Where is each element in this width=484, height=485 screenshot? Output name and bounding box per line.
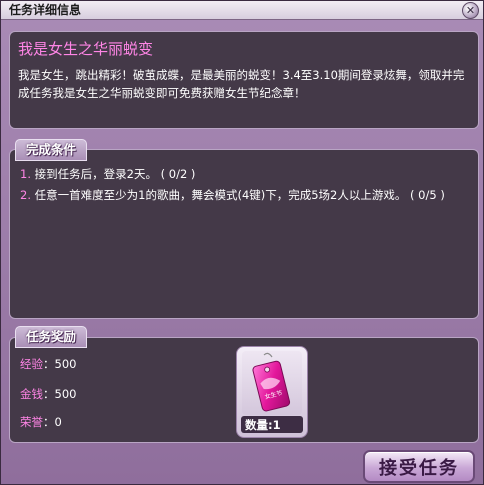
close-button[interactable]: ✕ bbox=[462, 2, 479, 19]
task-intro-panel: 我是女生之华丽蜕变 我是女生，跳出精彩！破茧成蝶，是最美丽的蜕变！3.4至3.1… bbox=[9, 31, 479, 129]
window-title: 任务详细信息 bbox=[9, 3, 82, 17]
reward-item-image-area: 女生节 bbox=[242, 351, 302, 415]
condition-item: 1. 接到任务后，登录2天。 ( 0/2 ) bbox=[20, 164, 470, 185]
task-description: 我是女生，跳出精彩！破茧成蝶，是最美丽的蜕变！3.4至3.10期间登录炫舞，领取… bbox=[18, 68, 465, 100]
item-count-bar: 数量:1 bbox=[241, 416, 303, 433]
condition-number: 1. bbox=[20, 167, 31, 181]
rewards-panel: 经验：500 金钱：500 荣誉：0 女生节 数量:1 bbox=[9, 337, 479, 443]
reward-gold: 金钱：500 bbox=[20, 386, 76, 402]
reward-honor-label: 荣誉 bbox=[20, 415, 43, 429]
item-count: 数量:1 bbox=[245, 417, 281, 433]
reward-exp-value: ：500 bbox=[43, 357, 77, 371]
item-count-value: 1 bbox=[272, 418, 281, 432]
reward-gold-label: 金钱 bbox=[20, 387, 43, 401]
reward-honor: 荣誉：0 bbox=[20, 414, 62, 430]
task-title: 我是女生之华丽蜕变 bbox=[18, 40, 154, 58]
reward-exp-label: 经验 bbox=[20, 357, 43, 371]
conditions-list: 1. 接到任务后，登录2天。 ( 0/2 ) 2. 任意一首难度至少为1的歌曲，… bbox=[20, 164, 470, 206]
condition-number: 2. bbox=[20, 188, 31, 202]
reward-honor-value: ：0 bbox=[43, 415, 62, 429]
reward-item-slot[interactable]: 女生节 数量:1 bbox=[236, 346, 308, 438]
reward-gold-value: ：500 bbox=[43, 387, 77, 401]
item-count-label: 数量: bbox=[245, 418, 273, 432]
condition-item: 2. 任意一首难度至少为1的歌曲，舞会模式(4键)下，完成5场2人以上游戏。 (… bbox=[20, 185, 470, 206]
close-icon: ✕ bbox=[465, 4, 476, 17]
task-detail-window: 任务详细信息 ✕ 我是女生之华丽蜕变 我是女生，跳出精彩！破茧成蝶，是最美丽的蜕… bbox=[0, 0, 484, 485]
conditions-panel: 1. 接到任务后，登录2天。 ( 0/2 ) 2. 任意一首难度至少为1的歌曲，… bbox=[9, 149, 479, 319]
conditions-heading: 完成条件 bbox=[15, 139, 88, 161]
rewards-heading: 任务奖励 bbox=[15, 326, 88, 348]
condition-text: 接到任务后，登录2天。 ( 0/2 ) bbox=[30, 167, 196, 181]
reward-exp: 经验：500 bbox=[20, 356, 76, 372]
pink-badge-tag-icon: 女生节 bbox=[252, 352, 291, 412]
condition-text: 任意一首难度至少为1的歌曲，舞会模式(4键)下，完成5场2人以上游戏。 ( 0/… bbox=[30, 188, 445, 202]
accept-task-button[interactable]: 接受任务 bbox=[363, 450, 475, 483]
window-titlebar: 任务详细信息 ✕ bbox=[1, 1, 483, 20]
